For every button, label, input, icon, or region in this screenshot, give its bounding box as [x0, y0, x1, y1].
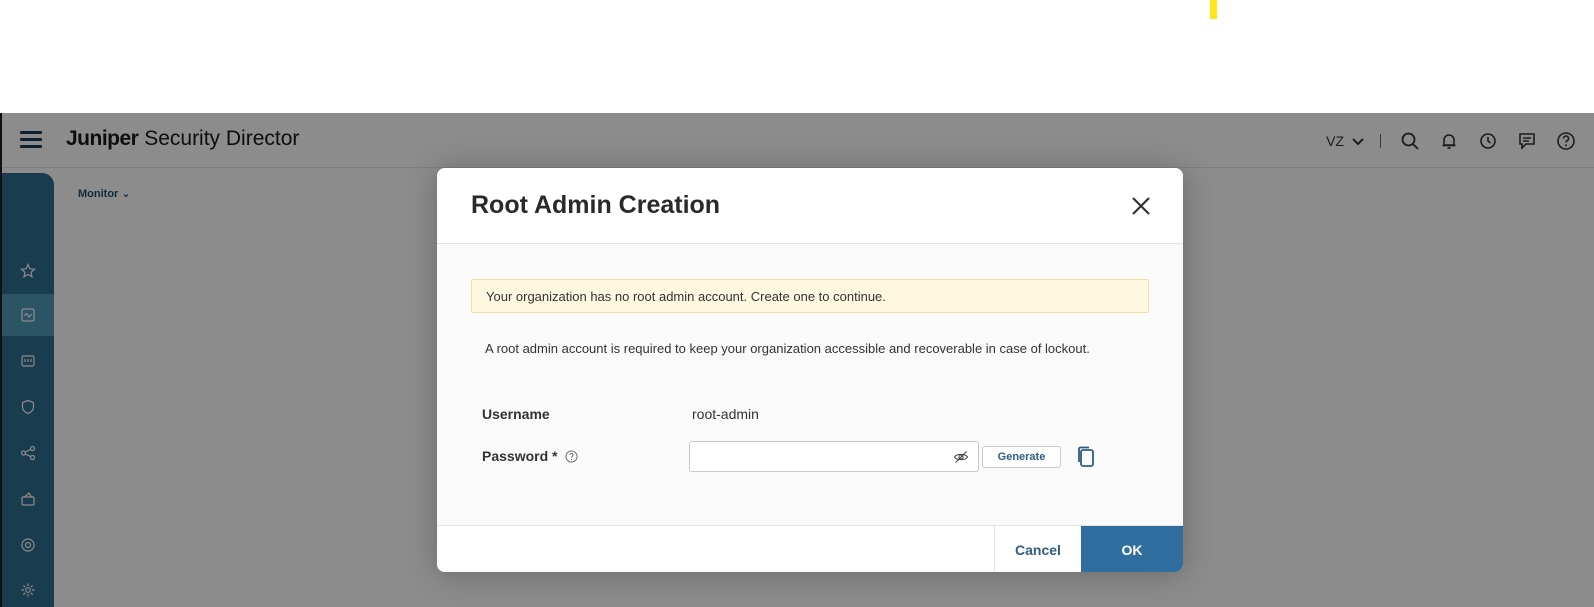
eye-slash-icon[interactable] — [953, 449, 969, 465]
warning-banner: Your organization has no root admin acco… — [471, 279, 1149, 313]
generate-button[interactable]: Generate — [982, 446, 1061, 468]
password-input[interactable] — [690, 442, 940, 471]
root-admin-dialog: Root Admin Creation Your organization ha… — [437, 168, 1183, 572]
dialog-title: Root Admin Creation — [471, 191, 721, 219]
username-label: Username — [482, 406, 550, 422]
password-label-text: Password * — [482, 448, 558, 464]
cancel-button[interactable]: Cancel — [994, 526, 1081, 572]
app-window: Juniper Security Director VZ Monitor ⌄ R… — [0, 113, 1594, 607]
dialog-header: Root Admin Creation — [437, 168, 1183, 244]
window-edge — [0, 113, 2, 607]
dialog-footer: Cancel OK — [437, 525, 1183, 572]
password-help-icon[interactable] — [565, 450, 578, 463]
yellow-marker — [1210, 0, 1217, 19]
copy-icon[interactable] — [1077, 446, 1095, 468]
password-label: Password * — [482, 448, 578, 464]
close-icon[interactable] — [1129, 194, 1153, 218]
username-value: root-admin — [692, 406, 759, 422]
password-field[interactable] — [689, 441, 979, 472]
dialog-description: A root admin account is required to keep… — [485, 341, 1090, 356]
ok-button[interactable]: OK — [1081, 526, 1183, 572]
